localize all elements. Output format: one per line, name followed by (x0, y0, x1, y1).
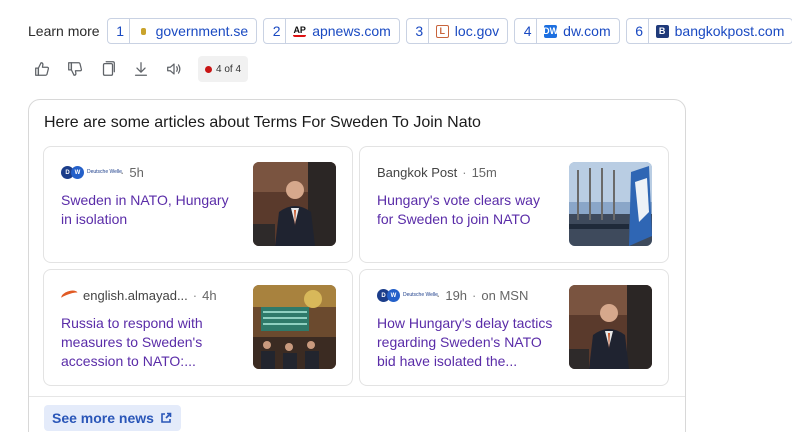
card-extra: on MSN (481, 288, 529, 303)
sweden-gov-icon (136, 24, 150, 38)
thumbs-up-icon[interactable] (32, 59, 52, 79)
news-card[interactable]: english.almayad... · 4h Russia to respon… (43, 269, 353, 386)
news-card[interactable]: DW Deutsche Welle · 5h Sweden in NATO, H… (43, 146, 353, 263)
card-source-name: Bangkok Post (377, 165, 458, 180)
dw-logo-icon: DW Deutsche Welle (61, 166, 122, 179)
card-age: 19h (445, 288, 468, 303)
bangkok-post-icon: B (655, 24, 669, 38)
card-thumbnail[interactable] (253, 162, 336, 246)
card-headline[interactable]: Sweden in NATO, Hungary in isolation (61, 191, 241, 229)
copy-icon[interactable] (98, 59, 118, 79)
source-domain: bangkokpost.com (674, 23, 785, 39)
response-counter[interactable]: 4 of 4 (198, 56, 249, 82)
external-link-icon (161, 412, 172, 423)
see-more-news-button[interactable]: See more news (44, 405, 181, 431)
card-age: 4h (202, 288, 217, 303)
status-dot-icon (205, 65, 212, 73)
news-card[interactable]: Bangkok Post · 15m Hungary's vote clears… (359, 146, 669, 263)
loc-icon: L (435, 24, 449, 38)
source-domain: government.se (155, 23, 249, 39)
speaker-icon[interactable] (164, 59, 184, 79)
source-number: 4 (515, 19, 538, 43)
learn-more-label: Learn more (28, 23, 100, 39)
card-age: 15m (471, 165, 497, 180)
card-source: DW Deutsche Welle · 5h (61, 165, 144, 180)
card-thumbnail[interactable] (569, 162, 652, 246)
card-thumbnail[interactable] (253, 285, 336, 369)
source-domain: dw.com (563, 23, 611, 39)
counter-label: 4 of 4 (216, 63, 242, 75)
card-headline[interactable]: Hungary's vote clears way for Sweden to … (377, 191, 557, 229)
learn-more-bar: Learn more 1 government.se 2 AP apnews.c… (28, 17, 792, 45)
response-actions: 4 of 4 (32, 55, 249, 83)
almayadeen-logo-icon (60, 288, 79, 303)
news-card[interactable]: DW Deutsche Welle · 19h · on MSN How Hun… (359, 269, 669, 386)
news-panel: Here are some articles about Terms For S… (28, 99, 686, 432)
dw-icon: DW (543, 24, 559, 38)
card-headline[interactable]: How Hungary's delay tactics regarding Sw… (377, 314, 557, 371)
card-source-name: english.almayad... (83, 288, 188, 303)
source-number: 6 (627, 19, 649, 43)
source-link-government-se[interactable]: 1 government.se (106, 18, 258, 44)
card-thumbnail[interactable] (569, 285, 652, 369)
card-source: Bangkok Post · 15m (377, 165, 497, 180)
download-icon[interactable] (131, 59, 151, 79)
card-age: 5h (129, 165, 144, 180)
thumbs-down-icon[interactable] (65, 59, 85, 79)
card-headline[interactable]: Russia to respond with measures to Swede… (61, 314, 241, 371)
source-link-dw[interactable]: 4 DW dw.com (514, 18, 620, 44)
source-link-bangkokpost[interactable]: 6 B bangkokpost.com (625, 18, 792, 44)
panel-title: Here are some articles about Terms For S… (44, 114, 481, 131)
ap-icon: AP (293, 25, 307, 37)
source-number: 1 (108, 19, 130, 43)
card-source: english.almayad... · 4h (60, 288, 217, 303)
source-domain: apnews.com (312, 23, 391, 39)
dw-logo-icon: DW Deutsche Welle (377, 289, 438, 302)
source-domain: loc.gov (454, 23, 500, 39)
panel-divider (29, 396, 685, 397)
source-number: 2 (264, 19, 287, 43)
source-number: 3 (407, 19, 429, 43)
see-more-label: See more news (52, 410, 154, 426)
source-link-apnews[interactable]: 2 AP apnews.com (263, 18, 400, 44)
source-link-loc-gov[interactable]: 3 L loc.gov (405, 18, 509, 44)
card-source: DW Deutsche Welle · 19h · on MSN (377, 288, 528, 303)
